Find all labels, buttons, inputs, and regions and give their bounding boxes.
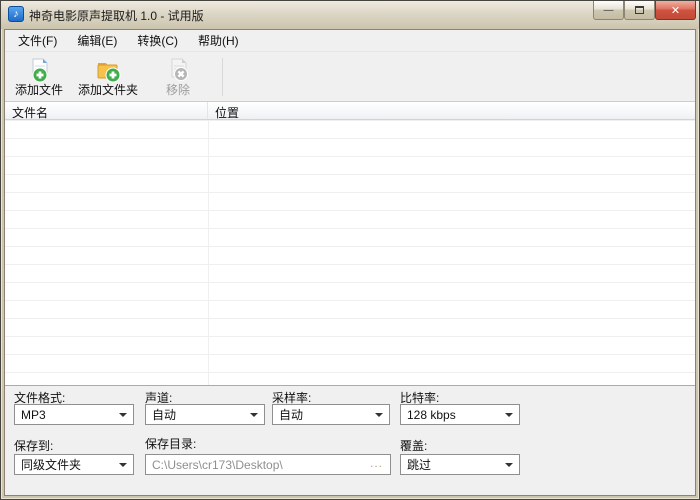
app-window: ♪ 神奇电影原声提取机 1.0 - 试用版 — ✕ 文件(F) 编辑(E) 转换… [0,0,700,500]
chevron-down-icon [250,413,258,417]
channels-value: 自动 [152,408,177,422]
column-header-filename[interactable]: 文件名 [5,102,208,120]
add-file-label: 添加文件 [14,83,63,97]
add-file-button[interactable]: 添加文件 [9,56,69,99]
close-button[interactable]: ✕ [655,1,696,20]
save-dir-input[interactable]: C:\Users\cr173\Desktop\ ... [145,454,391,475]
toolbar-separator [222,58,223,96]
browse-button[interactable]: ... [370,456,383,470]
add-folder-button[interactable]: 添加文件夹 [71,56,145,99]
save-to-label: 保存到: [14,439,54,453]
close-icon: ✕ [670,4,681,17]
file-table-header: 文件名 位置 [5,102,695,120]
bitrate-value: 128 kbps [407,407,456,422]
minimize-icon: — [603,4,614,16]
format-value: MP3 [21,407,46,422]
channels-select[interactable]: 自动 [145,404,265,425]
titlebar[interactable]: ♪ 神奇电影原声提取机 1.0 - 试用版 — ✕ [0,0,700,29]
add-folder-label: 添加文件夹 [77,83,138,97]
overwrite-label: 覆盖: [400,439,428,453]
overwrite-select[interactable]: 跳过 [400,454,520,475]
save-dir-label: 保存目录: [145,437,197,451]
chevron-down-icon [119,413,127,417]
window-title: 神奇电影原声提取机 1.0 - 试用版 [29,9,204,23]
save-to-select[interactable]: 同级文件夹 [14,454,134,475]
remove-file-icon [171,58,188,81]
menubar: 文件(F) 编辑(E) 转换(C) 帮助(H) [5,30,695,52]
add-file-icon [32,58,47,83]
client-area: 文件(F) 编辑(E) 转换(C) 帮助(H) 添加文件 添加文件夹 移除 文件… [4,29,696,496]
settings-panel: 文件格式: 声道: 采样率: 比特率: MP3 自动 自动 128 kbps 保… [5,385,695,495]
remove-label: 移除 [165,83,190,97]
save-dir-value: C:\Users\cr173\Desktop\ [152,457,283,472]
maximize-button[interactable] [624,1,655,20]
window-frame: ♪ 神奇电影原声提取机 1.0 - 试用版 — ✕ 文件(F) 编辑(E) 转换… [0,0,700,500]
sample-rate-value: 自动 [279,408,304,422]
chevron-down-icon [375,413,383,417]
chevron-down-icon [505,413,513,417]
menu-help[interactable]: 帮助(H) [188,30,249,51]
save-to-value: 同级文件夹 [21,458,82,472]
column-divider [208,121,209,385]
sample-rate-select[interactable]: 自动 [272,404,390,425]
toolbar: 添加文件 添加文件夹 移除 [5,53,695,102]
add-folder-icon [97,63,120,83]
chevron-down-icon [119,463,127,467]
column-header-location[interactable]: 位置 [208,102,695,120]
music-note-icon: ♪ [8,6,24,22]
file-table-body[interactable] [5,121,695,385]
remove-button[interactable]: 移除 [151,56,205,99]
menu-convert[interactable]: 转换(C) [127,30,188,51]
minimize-button[interactable]: — [593,1,624,20]
menu-file[interactable]: 文件(F) [8,30,67,51]
bitrate-select[interactable]: 128 kbps [400,404,520,425]
maximize-icon [635,6,644,14]
chevron-down-icon [505,463,513,467]
overwrite-value: 跳过 [407,458,432,472]
format-select[interactable]: MP3 [14,404,134,425]
menu-edit[interactable]: 编辑(E) [67,30,127,51]
